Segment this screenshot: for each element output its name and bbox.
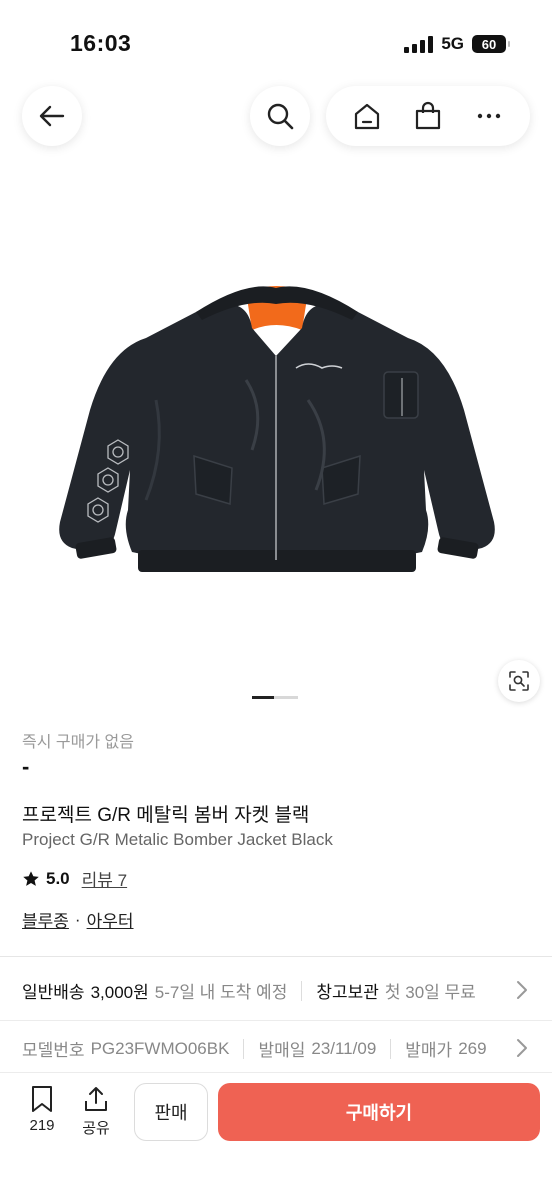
shopping-bag-icon [415, 101, 441, 130]
product-title-en: Project G/R Metalic Bomber Jacket Black [22, 830, 333, 849]
release-date-value: 23/11/09 [311, 1038, 377, 1058]
product-title-ko: 프로젝트 G/R 메탈릭 봄버 자켓 블랙 [22, 805, 310, 826]
warehouse-info: 첫 30일 무료 [384, 983, 476, 1002]
share-label: 공유 [82, 1120, 110, 1137]
signal-icon [404, 35, 434, 53]
rating-score: 5.0 [46, 868, 70, 888]
home-button[interactable] [345, 94, 389, 138]
status-time: 16:03 [70, 30, 132, 56]
buy-button[interactable]: 구매하기 [218, 1083, 540, 1141]
model-value: PG23FWMO06BK [90, 1038, 230, 1058]
network-type: 5G [441, 34, 464, 53]
specs-separator [243, 1038, 245, 1059]
carousel-indicator [252, 696, 298, 699]
shipping-row[interactable]: 일반배송 3,000원 5-7일 내 도착 예정 창고보관 첫 30일 무료 [22, 978, 532, 1003]
jacket-image [59, 286, 495, 572]
instant-purchase-label: 즉시 구매가 없음 [22, 734, 134, 751]
release-price-value: 269 [458, 1038, 487, 1058]
category-link-outer[interactable]: 아우터 [87, 907, 134, 932]
release-date-label: 발매일 [258, 1041, 306, 1060]
release-price-label: 발매가 [405, 1041, 453, 1060]
carousel-dot [274, 696, 298, 699]
back-arrow-icon [39, 105, 65, 127]
category-link-blouson[interactable]: 블루종 [22, 907, 69, 932]
chevron-right-icon [517, 981, 527, 999]
divider [0, 956, 552, 957]
share-button[interactable]: 공유 [74, 1085, 118, 1138]
shipping-separator [301, 980, 303, 1001]
more-button[interactable] [467, 94, 511, 138]
rating-row: 5.0 리뷰 7 [22, 866, 127, 891]
cart-button[interactable] [406, 94, 450, 138]
status-right: 5G 60 [404, 34, 510, 54]
image-search-button[interactable] [498, 660, 540, 702]
shipping-general-label: 일반배송 [22, 983, 85, 1002]
star-icon [23, 870, 39, 886]
search-icon [267, 103, 294, 130]
divider [0, 1020, 552, 1021]
back-button[interactable] [22, 86, 82, 146]
share-icon [85, 1087, 107, 1111]
category-row: 블루종 · 아우터 [22, 907, 134, 932]
carousel-dot-active [252, 696, 274, 699]
product-image[interactable] [0, 180, 552, 680]
warehouse-label: 창고보관 [316, 983, 379, 1002]
bookmark-count: 219 [29, 1117, 55, 1134]
shipping-eta: 5-7일 내 도착 예정 [154, 983, 288, 1002]
sell-button[interactable]: 판매 [134, 1083, 208, 1141]
battery-icon: 60 [472, 35, 510, 53]
model-label: 모델번호 [22, 1041, 85, 1060]
category-separator: · [74, 909, 81, 929]
bottom-action-bar: 219 공유 판매 구매하기 [0, 1072, 552, 1200]
home-icon [354, 103, 379, 130]
chevron-right-icon [508, 1036, 532, 1060]
review-link[interactable]: 리뷰 7 [82, 866, 127, 891]
specs-separator [390, 1038, 392, 1059]
more-icon [478, 113, 501, 119]
specs-row[interactable]: 모델번호 PG23FWMO06BK 발매일 23/11/09 발매가 269 [22, 1036, 532, 1061]
bookmark-button[interactable]: 219 [20, 1085, 64, 1134]
lens-icon [509, 671, 529, 691]
search-button[interactable] [250, 86, 310, 146]
price: - [22, 754, 30, 779]
nav-icon-group [326, 86, 530, 146]
status-bar: 16:03 5G 60 [0, 0, 552, 90]
shipping-general-price: 3,000원 [90, 983, 149, 1002]
bookmark-icon [32, 1086, 52, 1112]
